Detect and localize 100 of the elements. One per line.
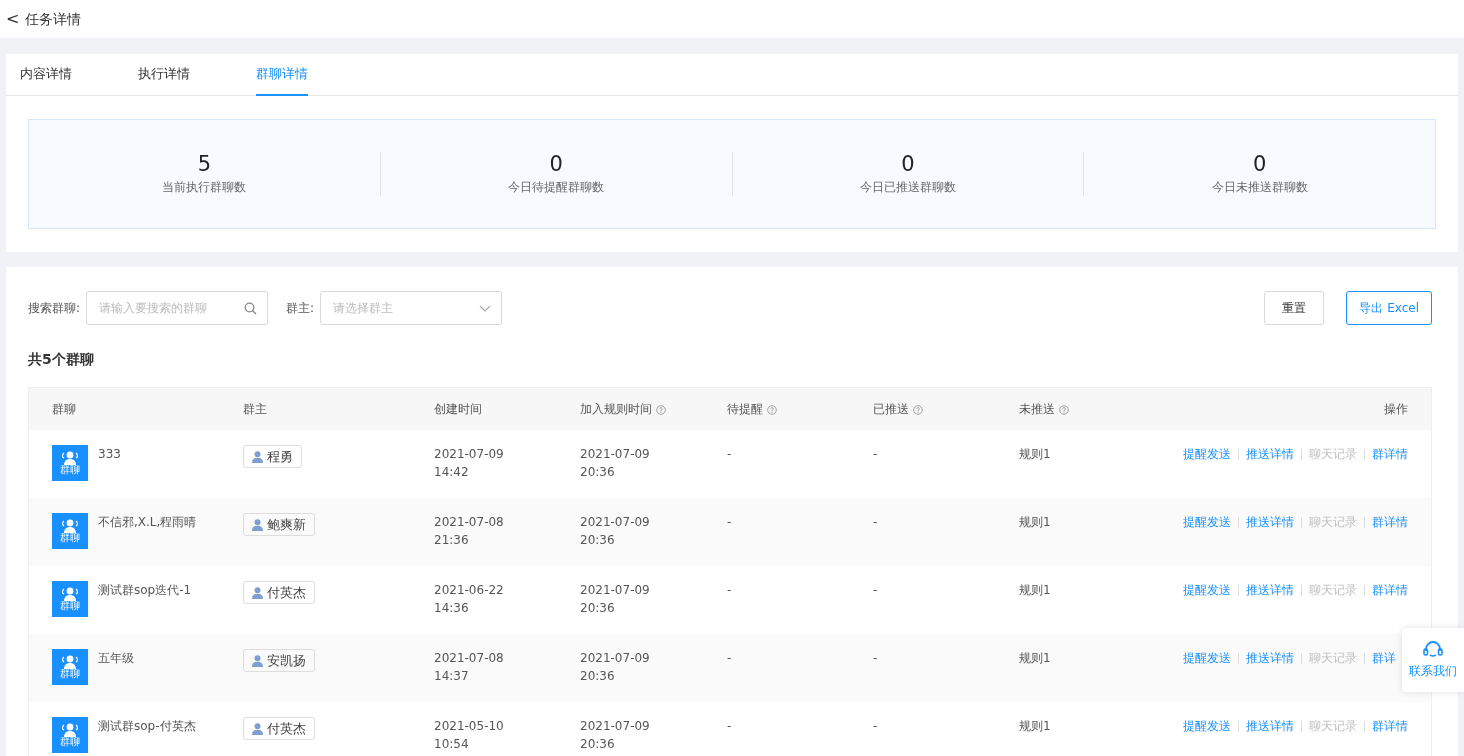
owner-dropdown[interactable]: 请选择群主 [320,291,503,325]
table-cell-text: 2021-06-22 [434,582,505,599]
table-cell-text: 20:36 [580,736,616,753]
table-cell: 规则1 [1019,719,1051,733]
stat-label: 今日已推送群聊数 [859,178,956,196]
group-name: 测试群sop迭代-1 [98,582,192,599]
reset-button[interactable]: 重置 [1264,291,1325,325]
back-icon[interactable]: < [6,7,20,31]
stat-value: 5 [196,151,213,177]
person-icon [252,722,263,735]
owner-name: 安凯扬 [267,651,306,670]
action-link[interactable]: 提醒发送 [1183,513,1231,531]
action-link[interactable]: 推送详情 [1246,445,1294,463]
contact-widget[interactable]: 联系我们 [1402,628,1464,692]
table-cell-text: 2021-07-09 [580,514,651,531]
action-link[interactable]: 推送详情 [1246,513,1294,531]
avatar-label: 群聊 [60,669,80,679]
action-link[interactable]: 提醒发送 [1183,581,1231,599]
page-title: 任务详情 [25,9,82,29]
table-cell: - [873,447,878,461]
table-cell-text: 14:36 [434,600,470,617]
search-icon [244,301,258,315]
stat-label: 当前执行群聊数 [162,178,247,196]
action-link[interactable]: 群详 [1372,651,1396,665]
table-cell-text: 20:36 [580,668,616,685]
stat-value: 0 [548,151,564,177]
table-cell-text: 2021-07-09 [580,582,651,599]
chevron-down-icon [479,304,492,312]
stat-label: 今日待提醒群聊数 [508,178,605,196]
action-link[interactable]: 推送详情 [1246,717,1294,735]
avatar-label: 群聊 [60,737,80,747]
owner-name: 程勇 [267,447,293,466]
table-cell-text: 2021-07-08 [434,650,505,667]
table-cell-text: 14:37 [434,668,470,685]
avatar-label: 群聊 [60,465,80,475]
group-icon [60,451,80,465]
group-name: 不信邪,X.L,程雨晴 [98,514,197,531]
table-cell-text: 2021-07-09 [580,650,651,667]
table-cell: - [727,447,732,461]
avatar-label: 群聊 [60,601,80,611]
action-link: 聊天记录 [1309,446,1357,463]
group-name: 测试群sop-付英杰 [98,718,196,735]
stat-value: 0 [900,151,916,177]
action-link[interactable]: 提醒发送 [1183,649,1231,667]
table-cell-text: 21:36 [434,532,470,549]
table-cell-text: 20:36 [580,532,616,549]
action-link[interactable]: 群详情 [1372,515,1408,529]
person-icon [252,450,263,463]
table-cell-text: 10:54 [434,736,470,753]
table-cell-text: 20:36 [580,464,616,481]
table-cell-text: 2021-07-08 [434,514,505,531]
export-button[interactable]: 导出 Excel [1346,291,1432,325]
table-cell: - [727,583,732,597]
owner-name: 鲍爽新 [267,515,306,534]
column-header: 群主 [243,402,267,416]
table-cell: 规则1 [1019,651,1051,665]
table-cell: - [727,651,732,665]
tab[interactable]: 执行详情 [138,54,190,96]
headset-icon [1422,640,1444,660]
stat-label: 今日未推送群聊数 [1211,178,1308,196]
result-count: 共5个群聊 [28,350,95,369]
table-cell-text: 2021-07-09 [434,446,505,463]
column-header: 已推送 [873,402,909,416]
table-cell: - [873,651,878,665]
action-link[interactable]: 提醒发送 [1183,717,1231,735]
group-name: 五年级 [98,650,134,667]
table-cell-text: 2021-07-09 [580,446,651,463]
table-cell: 规则1 [1019,447,1051,461]
action-link[interactable]: 推送详情 [1246,649,1294,667]
group-icon [60,723,80,737]
tab[interactable]: 群聊详情 [256,54,308,96]
column-header: 加入规则时间 [580,402,652,416]
action-link[interactable]: 群详情 [1372,719,1408,733]
table-cell-text: 2021-05-10 [434,718,505,735]
group-icon [60,655,80,669]
action-link: 聊天记录 [1309,718,1357,735]
person-icon [252,586,263,599]
action-link[interactable]: 推送详情 [1246,581,1294,599]
table-cell: - [727,719,732,733]
table-cell: - [727,515,732,529]
stat-value: 0 [1251,151,1268,177]
table-cell-text: 14:42 [434,464,470,481]
search-box[interactable]: 请输入要搜索的群聊 [86,291,269,325]
filter-label: 群主: [286,300,315,317]
column-header: 创建时间 [434,402,482,416]
action-link[interactable]: 提醒发送 [1183,445,1231,463]
group-icon [60,519,80,533]
table-cell: - [873,515,878,529]
owner-name: 付英杰 [267,583,306,602]
person-icon [252,518,263,531]
action-link[interactable]: 群详情 [1372,583,1408,597]
column-header: 待提醒 [727,402,763,416]
tab[interactable]: 内容详情 [20,54,72,96]
filter-label: 搜索群聊: [28,300,81,317]
table-cell-text: 2021-07-09 [580,718,651,735]
group-icon [60,587,80,601]
table-cell: 规则1 [1019,583,1051,597]
column-header: 操作 [1384,402,1408,416]
action-link[interactable]: 群详情 [1372,447,1408,461]
column-header: 群聊 [52,402,76,416]
